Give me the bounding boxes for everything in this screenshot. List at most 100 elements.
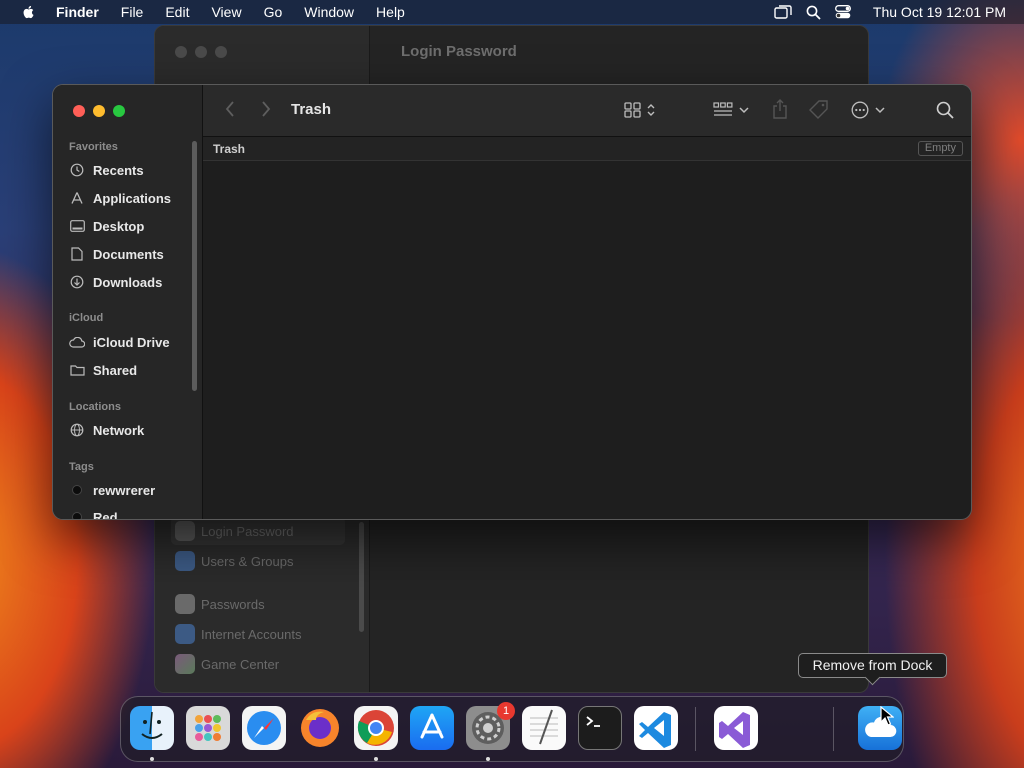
remove-from-dock-tooltip[interactable]: Remove from Dock (798, 653, 947, 678)
settings-sidebar-item-login-password[interactable]: Login Password (171, 517, 345, 545)
sidebar-item-documents[interactable]: Documents (69, 243, 164, 265)
spotlight-search-icon[interactable] (806, 5, 821, 20)
trash-path-label: Trash (213, 142, 246, 156)
settings-sidebar-label: Internet Accounts (201, 626, 302, 642)
sidebar-item-icloud-drive[interactable]: iCloud Drive (69, 331, 170, 353)
sidebar-item-label: Documents (93, 246, 164, 262)
chrome-icon[interactable] (354, 706, 398, 750)
sidebar-item-tag-rewwrerer[interactable]: rewwrerer (69, 479, 155, 501)
sidebar-item-label: rewwrerer (93, 482, 156, 498)
settings-sidebar-item-users-groups[interactable]: Users & Groups (171, 547, 345, 575)
search-button[interactable] (936, 101, 954, 119)
safari-icon[interactable] (242, 706, 286, 750)
zoom-button[interactable] (113, 105, 125, 117)
sidebar-item-applications[interactable]: Applications (69, 187, 171, 209)
cloud-icon (69, 334, 85, 350)
ellipsis-circle-icon (851, 101, 869, 119)
finder-toolbar: Trash (203, 85, 971, 137)
settings-window-controls (175, 46, 227, 58)
search-icon (936, 101, 954, 119)
apple-logo-icon[interactable] (18, 4, 40, 20)
sidebar-item-downloads[interactable]: Downloads (69, 271, 162, 293)
settings-sidebar-item-passwords[interactable]: Passwords (171, 590, 345, 618)
menu-bar: Finder File Edit View Go Window Help Thu… (0, 0, 1024, 24)
desktop-icon (69, 218, 85, 234)
tags-button[interactable] (809, 100, 829, 120)
screen-mirroring-icon[interactable] (774, 5, 792, 19)
share-button[interactable] (772, 99, 788, 119)
settings-page-title: Login Password (401, 43, 517, 60)
launchpad-icon[interactable] (186, 706, 230, 750)
minimize-button[interactable] (93, 105, 105, 117)
menu-window[interactable]: Window (304, 4, 354, 20)
empty-trash-button[interactable]: Empty (917, 141, 963, 156)
menu-file[interactable]: File (121, 4, 144, 20)
sidebar-scrollbar[interactable] (192, 141, 197, 391)
download-icon (69, 274, 85, 290)
settings-sidebar-label: Passwords (201, 596, 265, 612)
clock-icon (69, 162, 85, 178)
settings-sidebar-item-internet-accounts[interactable]: Internet Accounts (171, 620, 345, 648)
settings-sidebar-label: Login Password (201, 523, 294, 539)
menu-app-name[interactable]: Finder (56, 4, 99, 20)
mouse-cursor-icon (880, 706, 894, 726)
lock-icon (175, 521, 195, 541)
key-icon (175, 594, 195, 614)
running-indicator (486, 757, 490, 761)
menu-help[interactable]: Help (376, 4, 405, 20)
textedit-icon[interactable] (522, 706, 566, 750)
tag-dot-icon (72, 485, 82, 495)
group-icon (713, 102, 733, 116)
view-mode-button[interactable] (624, 102, 656, 118)
running-indicator (150, 757, 154, 761)
settings-close-button[interactable] (175, 46, 187, 58)
sidebar-item-label: iCloud Drive (93, 334, 170, 350)
more-actions-button[interactable] (851, 101, 885, 119)
menu-go[interactable]: Go (264, 4, 283, 20)
finder-icon[interactable] (130, 706, 174, 750)
game-center-icon (175, 654, 195, 674)
dock-separator (833, 707, 834, 751)
control-center-icon[interactable] (834, 5, 851, 19)
sidebar-item-label: Shared (93, 362, 138, 378)
sidebar-item-label: Desktop (93, 218, 145, 234)
firefox-icon[interactable] (298, 706, 342, 750)
sidebar-item-network[interactable]: Network (69, 419, 144, 441)
dock-separator (695, 707, 696, 751)
terminal-icon[interactable] (578, 706, 622, 750)
sidebar-item-label: Recents (93, 162, 144, 178)
window-title: Trash (291, 101, 332, 118)
chevron-down-icon (739, 107, 749, 114)
menubar-clock[interactable]: Thu Oct 19 12:01 PM (873, 4, 1006, 20)
tags-header: Tags (69, 461, 94, 473)
visual-studio-icon[interactable] (714, 706, 758, 750)
menu-view[interactable]: View (211, 4, 241, 20)
settings-sidebar-item-game-center[interactable]: Game Center (171, 650, 345, 678)
group-button[interactable] (713, 102, 749, 118)
tag-dot-icon (72, 512, 82, 519)
file-list-area[interactable] (203, 161, 971, 519)
menu-edit[interactable]: Edit (165, 4, 189, 20)
app-store-icon[interactable] (410, 706, 454, 750)
finder-window: Favorites Recents Applications Desktop D… (52, 84, 972, 520)
sidebar-item-tag-red[interactable]: Red (69, 506, 118, 519)
document-icon (69, 246, 85, 262)
icloud-header: iCloud (69, 312, 104, 324)
settings-minimize-button[interactable] (195, 46, 207, 58)
sidebar-item-shared[interactable]: Shared (69, 359, 137, 381)
back-button[interactable] (225, 100, 235, 118)
sidebar-item-recents[interactable]: Recents (69, 159, 144, 181)
share-icon (773, 99, 787, 119)
forward-button[interactable] (261, 100, 271, 118)
finder-window-controls (73, 105, 125, 117)
vscode-icon[interactable] (634, 706, 678, 750)
trash-header-bar: Trash Empty (203, 137, 971, 161)
settings-sidebar-scrollbar[interactable] (359, 522, 364, 632)
users-icon (175, 551, 195, 571)
settings-zoom-button[interactable] (215, 46, 227, 58)
finder-sidebar: Favorites Recents Applications Desktop D… (53, 85, 203, 519)
updown-chevron-icon (647, 104, 655, 116)
chevron-down-icon (875, 107, 885, 114)
sidebar-item-desktop[interactable]: Desktop (69, 215, 144, 237)
close-button[interactable] (73, 105, 85, 117)
